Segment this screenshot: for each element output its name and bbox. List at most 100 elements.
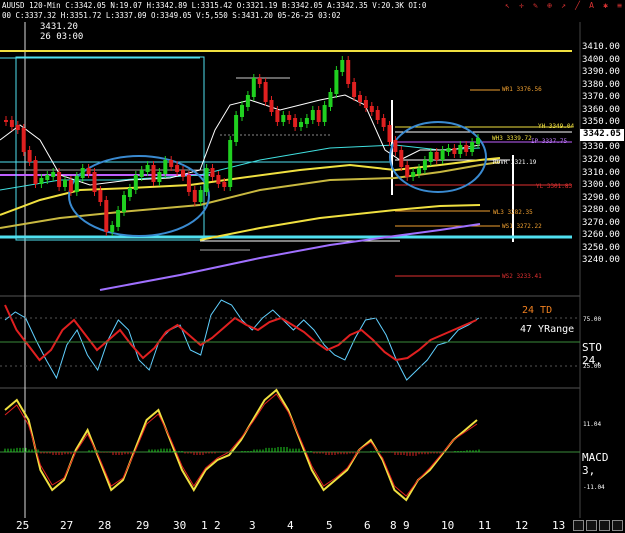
time-tick: 10 — [441, 519, 455, 532]
candle-body — [440, 150, 445, 160]
window-controls — [573, 520, 623, 531]
candle-body — [74, 176, 79, 192]
layout-icon-1[interactable] — [573, 520, 584, 531]
macd-label: MACD 3, — [582, 451, 609, 477]
candle-body — [275, 110, 280, 122]
candle-body — [45, 175, 50, 180]
current-price-badge: 3342.05 — [580, 129, 624, 141]
time-tick: 29 — [136, 519, 150, 532]
candle-body — [428, 152, 433, 162]
time-tick: 3 — [249, 519, 256, 532]
chart-canvas[interactable] — [0, 0, 625, 533]
candle-body — [98, 190, 103, 202]
level-wr1: WR1 3376.56 — [502, 86, 542, 93]
candle-body — [322, 105, 327, 122]
candle-body — [151, 165, 156, 182]
yrange-label: 47 YRange — [520, 324, 575, 335]
level-yl: YL 3301.83 — [536, 183, 573, 190]
candle-body — [163, 160, 168, 174]
price-tick: 3290.00 — [582, 192, 620, 203]
candle-body — [464, 145, 469, 152]
candle-body — [358, 95, 362, 102]
time-tick: 2 — [214, 519, 221, 532]
candle-body — [263, 82, 268, 102]
time-tick: 5 — [326, 519, 333, 532]
candle-body — [251, 78, 256, 97]
candle-body — [405, 165, 410, 177]
candle-body — [39, 178, 44, 184]
candle-body — [417, 168, 421, 174]
candle-body — [458, 145, 463, 154]
candle-body — [110, 225, 115, 232]
candle-body — [222, 182, 227, 187]
candle-body — [381, 118, 386, 127]
cursor-time-label: 26 03:00 — [40, 32, 84, 42]
price-tick: 3250.00 — [582, 242, 620, 253]
candle-body — [340, 60, 345, 72]
layout-icon-4[interactable] — [612, 520, 623, 531]
macd-high-label: 11.04 — [583, 421, 602, 428]
candle-body — [375, 110, 380, 120]
candle-body — [145, 165, 150, 172]
candle-body — [446, 148, 451, 152]
candle-body — [181, 170, 185, 177]
level-ip: IP 3337.75 — [531, 138, 568, 145]
candle-body — [51, 172, 56, 177]
candle-body — [304, 118, 309, 124]
candle-body — [240, 105, 244, 117]
candle-body — [281, 115, 286, 122]
candle-body — [476, 138, 480, 144]
candle-body — [411, 172, 416, 177]
candle-body — [27, 150, 32, 162]
candle-body — [434, 152, 439, 160]
price-tick: 3270.00 — [582, 217, 620, 228]
candle-body — [310, 110, 315, 120]
candle-body — [422, 160, 427, 170]
candle-body — [204, 168, 209, 192]
time-tick: 1 — [201, 519, 208, 532]
level-wl3: WL3 3282.35 — [493, 209, 533, 216]
price-tick: 3360.00 — [582, 104, 620, 115]
candle-body — [127, 188, 132, 197]
level-rovr: ROVR 3321.19 — [493, 159, 537, 166]
candle-body — [68, 180, 73, 192]
candle-body — [169, 160, 174, 167]
price-tick: 3300.00 — [582, 180, 620, 191]
candle-body — [210, 168, 215, 177]
candle-body — [470, 142, 475, 152]
time-tick: 11 — [478, 519, 492, 532]
price-tick: 3260.00 — [582, 230, 620, 241]
level-ws2: WS2 3233.41 — [502, 273, 542, 280]
time-tick: 13 — [552, 519, 566, 532]
price-tick: 3380.00 — [582, 79, 620, 90]
layout-icon-3[interactable] — [599, 520, 610, 531]
macd-low-label: -11.04 — [583, 484, 605, 491]
time-tick: 25 — [16, 519, 30, 532]
candle-body — [346, 60, 351, 84]
sto-low-label: 25.00 — [583, 363, 602, 370]
price-tick: 3240.00 — [582, 255, 620, 266]
candle-body — [4, 120, 8, 122]
price-tick: 3400.00 — [582, 54, 620, 65]
level-yh: YH 3349.04 — [538, 123, 575, 130]
time-tick: 12 — [515, 519, 529, 532]
candle-body — [63, 180, 67, 187]
candle-body — [245, 95, 250, 107]
candle-body — [104, 200, 109, 232]
time-tick: 28 — [98, 519, 112, 532]
candle-body — [228, 140, 233, 187]
candle-body — [122, 195, 126, 212]
price-tick: 3370.00 — [582, 92, 620, 103]
candle-body — [352, 82, 357, 97]
candle-body — [192, 190, 197, 202]
candle-body — [452, 148, 457, 154]
sto-high-label: 75.00 — [583, 316, 602, 323]
price-tick: 3330.00 — [582, 142, 620, 153]
layout-icon-2[interactable] — [586, 520, 597, 531]
time-tick: 8 — [390, 519, 397, 532]
time-tick: 6 — [364, 519, 371, 532]
candle-body — [116, 210, 121, 227]
candle-body — [15, 125, 20, 130]
candle-body — [316, 110, 321, 122]
price-tick: 3350.00 — [582, 117, 620, 128]
